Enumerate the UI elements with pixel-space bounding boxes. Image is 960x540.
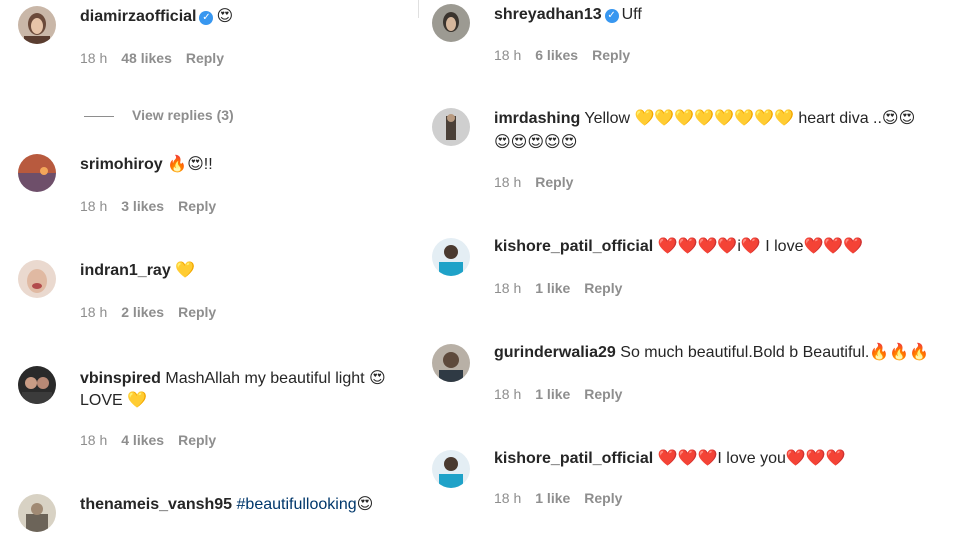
comment-meta: 18 h 48 likes Reply: [80, 50, 238, 66]
view-replies-button[interactable]: View replies (3): [84, 107, 234, 123]
view-replies-label: View replies (3): [132, 107, 234, 123]
view-replies-line: [84, 115, 114, 117]
likes-count[interactable]: 1 like: [535, 280, 570, 296]
comment-meta: 18 h 6 likes Reply: [494, 47, 644, 63]
verified-icon: ✓: [199, 11, 214, 25]
comment-body: 💛: [175, 262, 196, 279]
timestamp: 18 h: [494, 174, 522, 190]
likes-count[interactable]: 48 likes: [121, 50, 172, 66]
comment-meta: 18 h 1 like Reply: [494, 490, 636, 506]
comment-text: kishore_patil_official ❤️❤️❤️I love you❤…: [494, 448, 846, 470]
comment-body: Uff: [621, 6, 642, 23]
avatar[interactable]: [432, 4, 470, 42]
username[interactable]: gurinderwalia29: [494, 344, 616, 361]
likes-count[interactable]: 1 like: [535, 490, 570, 506]
username[interactable]: indran1_ray: [80, 262, 171, 279]
likes-count[interactable]: 3 likes: [121, 198, 164, 214]
comment-meta: 18 h 4 likes Reply: [80, 432, 230, 448]
reply-button[interactable]: Reply: [592, 47, 630, 63]
likes-count[interactable]: 1 like: [535, 386, 570, 402]
username[interactable]: vbinspired: [80, 370, 161, 387]
avatar[interactable]: [432, 108, 470, 146]
timestamp: 18 h: [494, 386, 522, 402]
username[interactable]: shreyadhan13: [494, 6, 602, 23]
comment-text: vbinspired MashAllah my beautiful light …: [80, 368, 386, 390]
comment-meta: 18 h 2 likes Reply: [80, 304, 230, 320]
username[interactable]: kishore_patil_official: [494, 238, 653, 255]
likes-count[interactable]: 6 likes: [535, 47, 578, 63]
comment-body: 😍: [216, 8, 234, 25]
comment-text: diamirzaofficial ✓ 😍: [80, 6, 233, 28]
timestamp: 18 h: [80, 50, 108, 66]
comment-text: imrdashing Yellow 💛💛💛💛💛💛💛💛 heart diva ..…: [494, 108, 915, 130]
comment-meta: 18 h 1 like Reply: [494, 280, 636, 296]
comment-meta: 18 h Reply: [494, 174, 587, 190]
comment-body: 🔥😍!!: [167, 156, 213, 173]
comment-body-line2: LOVE 💛: [80, 392, 148, 409]
timestamp: 18 h: [494, 280, 522, 296]
reply-button[interactable]: Reply: [178, 304, 216, 320]
username[interactable]: thenameis_vansh95: [80, 496, 232, 513]
comment-text: srimohiroy 🔥😍!!: [80, 154, 213, 176]
reply-button[interactable]: Reply: [584, 490, 622, 506]
avatar[interactable]: [432, 238, 470, 276]
username[interactable]: diamirzaofficial: [80, 8, 196, 25]
username[interactable]: srimohiroy: [80, 156, 163, 173]
reply-button[interactable]: Reply: [535, 174, 573, 190]
comment-meta: 18 h 1 like Reply: [494, 386, 636, 402]
comment-body: ❤️❤️❤️I love you❤️❤️❤️: [657, 450, 846, 467]
likes-count[interactable]: 4 likes: [121, 432, 164, 448]
avatar[interactable]: [18, 154, 56, 192]
avatar[interactable]: [432, 344, 470, 382]
comment-text: kishore_patil_official ❤️❤️❤️❤️i❤️ I lov…: [494, 236, 863, 258]
likes-count[interactable]: 2 likes: [121, 304, 164, 320]
reply-button[interactable]: Reply: [584, 386, 622, 402]
reply-button[interactable]: Reply: [584, 280, 622, 296]
comments-column-right: shreyadhan13 ✓ Uff 18 h 6 likes Reply imrdas…: [420, 0, 960, 540]
avatar[interactable]: [18, 494, 56, 532]
comment-emoji: 😍: [356, 496, 374, 513]
comment-text: thenameis_vansh95 #beautifullooking😍: [80, 494, 373, 516]
comment-body: Yellow 💛💛💛💛💛💛💛💛 heart diva ..😍😍: [584, 110, 916, 127]
comments-column-left: diamirzaofficial ✓ 😍 18 h 48 likes Reply Vie…: [0, 0, 440, 540]
reply-button[interactable]: Reply: [186, 50, 224, 66]
comment-text-line2: LOVE 💛: [80, 390, 147, 412]
reply-button[interactable]: Reply: [178, 432, 216, 448]
timestamp: 18 h: [80, 198, 108, 214]
avatar[interactable]: [432, 450, 470, 488]
reply-button[interactable]: Reply: [178, 198, 216, 214]
timestamp: 18 h: [494, 47, 522, 63]
comment-text: gurinderwalia29 So much beautiful.Bold b…: [494, 342, 929, 364]
hashtag-link[interactable]: #beautifullooking: [237, 496, 357, 513]
comment-text-line2: 😍😍😍😍😍: [494, 132, 577, 154]
avatar[interactable]: [18, 366, 56, 404]
comment-body: So much beautiful.Bold b Beautiful.🔥🔥🔥: [620, 344, 930, 361]
comment-body: ❤️❤️❤️❤️i❤️ I love❤️❤️❤️: [657, 238, 864, 255]
username[interactable]: kishore_patil_official: [494, 450, 653, 467]
comment-text: indran1_ray 💛: [80, 260, 195, 282]
comment-text: shreyadhan13 ✓ Uff: [494, 4, 642, 26]
comment-body: MashAllah my beautiful light 😍: [165, 370, 386, 387]
timestamp: 18 h: [80, 432, 108, 448]
comment-body-line2: 😍😍😍😍😍: [494, 134, 578, 151]
timestamp: 18 h: [494, 490, 522, 506]
username[interactable]: imrdashing: [494, 110, 580, 127]
comment-meta: 18 h 3 likes Reply: [80, 198, 230, 214]
avatar[interactable]: [18, 260, 56, 298]
avatar[interactable]: [18, 6, 56, 44]
verified-icon: ✓: [604, 9, 619, 23]
timestamp: 18 h: [80, 304, 108, 320]
